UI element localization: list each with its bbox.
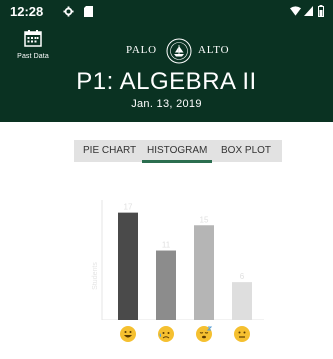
school-logo: PALO ALTO <box>0 38 333 64</box>
tab-pie-chart[interactable]: PIE CHART <box>83 145 136 156</box>
neutral-face-icon <box>234 326 250 342</box>
app-header: Past Data PALO ALTO P1: ALGEBRA II Jan. … <box>0 24 333 122</box>
histogram-bar-neutral <box>232 282 252 320</box>
logo-text-left: PALO <box>126 44 157 56</box>
histogram-chart: Students 17 11 15 6 <box>0 180 333 359</box>
bar-value-label: 11 <box>162 241 171 250</box>
histogram-plot: Students 17 11 15 6 <box>92 200 264 320</box>
wifi-icon <box>290 6 301 16</box>
bar-value-label: 6 <box>240 272 245 281</box>
bar-value-label: 17 <box>124 203 133 212</box>
settings-icon <box>63 6 74 17</box>
page-date: Jan. 13, 2019 <box>131 98 202 110</box>
grinning-face-icon <box>120 326 136 342</box>
tab-selected-indicator <box>142 160 212 163</box>
page-title: P1: ALGEBRA II <box>76 68 257 95</box>
status-bar: 12:28 <box>0 0 333 24</box>
tab-histogram[interactable]: HISTOGRAM <box>147 145 207 156</box>
status-time: 12:28 <box>10 4 44 19</box>
tab-box-plot[interactable]: BOX PLOT <box>221 145 271 156</box>
cell-signal-icon <box>304 6 313 16</box>
school-seal-icon <box>166 38 192 64</box>
sleepy-face-icon <box>196 326 213 342</box>
y-axis-label: Students <box>92 262 99 290</box>
histogram-bar-sleepy <box>194 225 214 320</box>
chart-type-tabs: PIE CHART HISTOGRAM BOX PLOT <box>74 140 282 162</box>
bar-value-label: 15 <box>200 215 209 224</box>
battery-icon <box>318 5 324 17</box>
histogram-bar-grinning <box>118 212 138 320</box>
histogram-bar-sad-sweat <box>156 250 176 320</box>
sad-sweat-face-icon <box>158 326 174 342</box>
sd-card-icon <box>84 6 93 17</box>
logo-text-right: ALTO <box>198 44 230 56</box>
